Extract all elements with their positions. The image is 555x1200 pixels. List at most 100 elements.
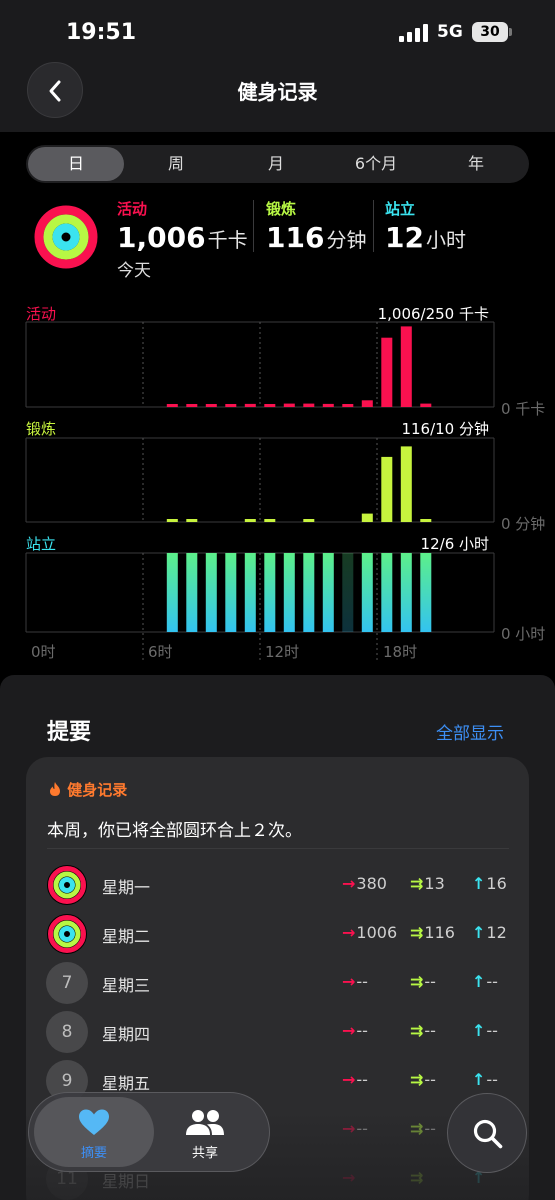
day-label: 星期一 xyxy=(102,878,151,897)
tab-sharing-label: 共享 xyxy=(191,1146,218,1161)
flame-icon xyxy=(50,782,60,796)
chart-bar xyxy=(166,553,178,632)
exercise-arrow-icon: ⇉ xyxy=(410,1021,424,1040)
move-value: →1006 xyxy=(342,923,398,942)
tab-summary-label: 摘要 xyxy=(80,1146,107,1161)
chart-bar xyxy=(186,404,198,407)
search-button[interactable] xyxy=(447,1093,527,1173)
chart-bar xyxy=(303,403,315,407)
chart-bar xyxy=(166,404,178,407)
move-value: →-- xyxy=(342,1070,368,1089)
exercise-arrow-icon: ⇉ xyxy=(410,923,424,942)
move-arrow-icon: → xyxy=(342,1168,356,1187)
chart-bar xyxy=(166,519,178,522)
chart-bar xyxy=(186,553,198,632)
exercise-value: ⇉13 xyxy=(410,874,445,893)
chart-bar xyxy=(205,553,217,632)
chart-bar xyxy=(420,403,432,407)
exercise-arrow-icon: ⇉ xyxy=(410,874,424,893)
chart-bar xyxy=(400,553,412,632)
exercise-value: ⇉116 xyxy=(410,923,455,942)
move-arrow-icon: → xyxy=(342,923,356,942)
heart-icon xyxy=(79,1109,109,1135)
stand-value: ↑-- xyxy=(472,972,498,991)
people-icon xyxy=(186,1110,224,1135)
chart-bar xyxy=(400,326,412,407)
exercise-value: ⇉ xyxy=(410,1168,424,1187)
day-label: 星期三 xyxy=(102,976,151,995)
exercise-arrow-icon: ⇉ xyxy=(410,1070,424,1089)
chart-bar xyxy=(381,553,393,632)
tab-summary[interactable]: 摘要 xyxy=(54,1108,134,1161)
chart-bar xyxy=(400,446,412,522)
exercise-value: ⇉-- xyxy=(410,972,436,991)
chart-bar xyxy=(420,519,432,522)
move-arrow-icon: → xyxy=(342,874,356,893)
day-row[interactable]: 7 星期三 →-- ⇉-- ↑-- xyxy=(46,962,512,1004)
exercise-arrow-icon: ⇉ xyxy=(410,1119,424,1138)
stand-value: ↑-- xyxy=(472,1070,498,1089)
chart-bar xyxy=(342,404,354,407)
stand-arrow-icon: ↑ xyxy=(472,874,486,893)
activity-charts xyxy=(25,321,495,660)
activity-rings-icon xyxy=(47,865,87,905)
search-icon xyxy=(473,1119,503,1149)
card-description: 本周，你已将全部圆环合上２次。 xyxy=(47,821,302,841)
move-value: →-- xyxy=(342,1119,368,1138)
chart-bar xyxy=(322,553,334,632)
chart-bar xyxy=(381,337,393,407)
day-label: 星期五 xyxy=(102,1074,151,1093)
chart-bar xyxy=(361,400,373,407)
chart-bar xyxy=(342,553,354,632)
chart-bar xyxy=(225,404,237,407)
move-value: →380 xyxy=(342,874,387,893)
day-label: 星期四 xyxy=(102,1025,151,1044)
chart-bar xyxy=(283,403,295,407)
card-tag: 健身记录 xyxy=(48,779,127,800)
date-badge: 8 xyxy=(46,1011,88,1053)
chart-bar xyxy=(244,519,256,522)
exercise-arrow-icon: ⇉ xyxy=(410,1168,424,1187)
exercise-value: ⇉-- xyxy=(410,1021,436,1040)
chart-bar xyxy=(303,553,315,632)
stand-arrow-icon: ↑ xyxy=(472,972,486,991)
move-value: → xyxy=(342,1168,356,1187)
chart-bar xyxy=(322,403,334,407)
chart-bar xyxy=(303,519,315,522)
tab-sharing[interactable]: 共享 xyxy=(165,1108,245,1161)
exercise-value: ⇉-- xyxy=(410,1070,436,1089)
chart-bar xyxy=(264,519,276,522)
move-arrow-icon: → xyxy=(342,1119,356,1138)
day-row[interactable]: 星期一 →380 ⇉13 ↑16 xyxy=(46,864,512,906)
move-arrow-icon: → xyxy=(342,1021,356,1040)
chart-bar xyxy=(225,553,237,632)
chart-bar xyxy=(264,553,276,632)
stand-value: ↑-- xyxy=(472,1021,498,1040)
card-divider xyxy=(47,848,509,849)
exercise-value: ⇉-- xyxy=(410,1119,436,1138)
move-value: →-- xyxy=(342,1021,368,1040)
chart-bar xyxy=(205,404,217,407)
date-badge: 7 xyxy=(46,962,88,1004)
card-tag-label: 健身记录 xyxy=(67,781,128,799)
move-value: →-- xyxy=(342,972,368,991)
stand-value: ↑12 xyxy=(472,923,507,942)
chart-bar xyxy=(361,513,373,522)
stand-value: ↑16 xyxy=(472,874,507,893)
day-label: 星期二 xyxy=(102,927,151,946)
stand-arrow-icon: ↑ xyxy=(472,1021,486,1040)
day-row[interactable]: 8 星期四 →-- ⇉-- ↑-- xyxy=(46,1011,512,1053)
chart-bar xyxy=(244,553,256,632)
chart-bar xyxy=(381,456,393,522)
summary-heading: 提要 xyxy=(47,720,92,745)
exercise-arrow-icon: ⇉ xyxy=(410,972,424,991)
chart-bar xyxy=(244,403,256,407)
show-all-link[interactable]: 全部显示 xyxy=(436,719,504,744)
day-row[interactable]: 星期二 →1006 ⇉116 ↑12 xyxy=(46,913,512,955)
chart-bar xyxy=(361,553,373,632)
chart-bar xyxy=(420,553,432,632)
activity-rings-icon xyxy=(47,914,87,954)
move-arrow-icon: → xyxy=(342,972,356,991)
chart-bar xyxy=(283,553,295,632)
chart-bar xyxy=(186,519,198,522)
